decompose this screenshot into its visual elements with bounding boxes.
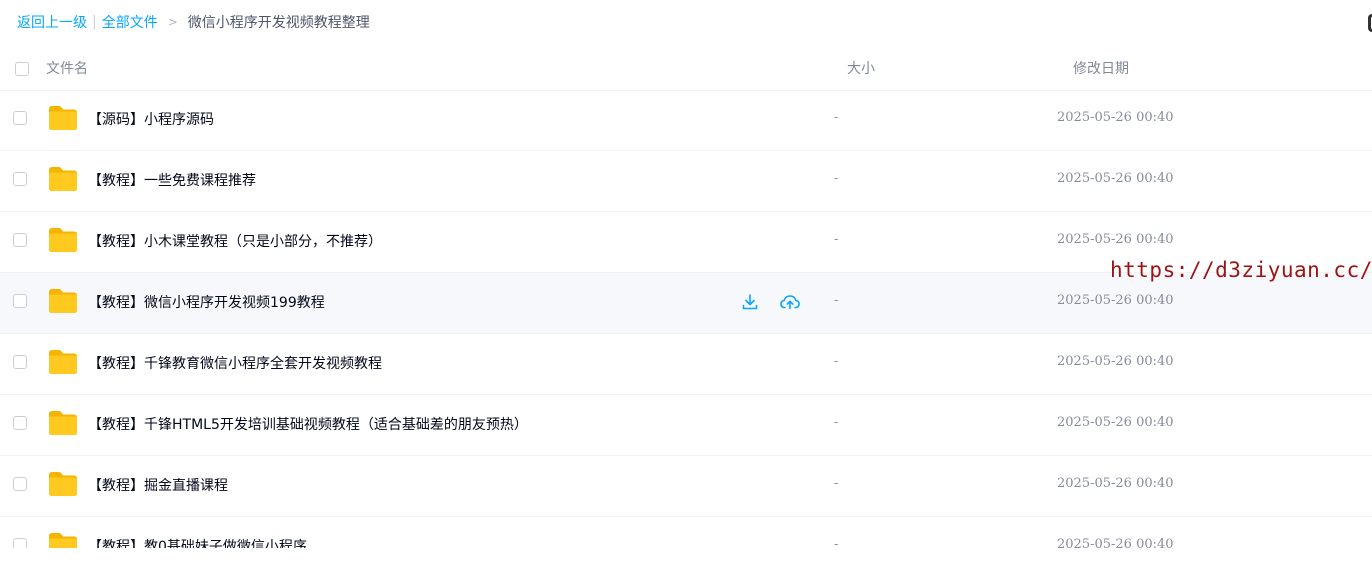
file-name[interactable]: 【教程】一些免费课程推荐 (88, 170, 256, 190)
row-actions (740, 292, 800, 312)
folder-icon (48, 410, 78, 436)
file-date: 2025-05-26 00:40 (1057, 354, 1174, 369)
file-date: 2025-05-26 00:40 (1057, 171, 1174, 186)
file-name[interactable]: 【源码】小程序源码 (88, 109, 214, 129)
folder-icon (48, 105, 78, 131)
cloud-save-icon[interactable] (779, 292, 800, 312)
select-all-checkbox[interactable] (15, 62, 29, 76)
edge-scroll-handle (1368, 14, 1372, 32)
row-checkbox[interactable] (13, 294, 27, 308)
table-row[interactable]: 【教程】千锋HTML5开发培训基础视频教程（适合基础差的朋友预热） - 2025-0… (0, 395, 1372, 456)
breadcrumb: 返回上一级 | 全部文件 > 微信小程序开发视频教程整理 (17, 12, 370, 32)
row-checkbox[interactable] (13, 538, 27, 548)
table-header: 文件名 大小 修改日期 (0, 46, 1372, 91)
back-link[interactable]: 返回上一级 (17, 12, 87, 32)
column-header-name[interactable]: 文件名 (46, 58, 88, 78)
file-size: - (834, 171, 839, 186)
file-date: 2025-05-26 00:40 (1057, 415, 1174, 430)
file-name[interactable]: 【教程】小木课堂教程（只是小部分，不推荐） (88, 231, 382, 251)
row-checkbox[interactable] (13, 416, 27, 430)
file-name[interactable]: 【教程】掘金直播课程 (88, 475, 228, 495)
file-size: - (834, 415, 839, 430)
watermark-text: https://d3ziyuan.cc/ (1110, 258, 1372, 282)
folder-icon (48, 227, 78, 253)
column-header-date[interactable]: 修改日期 (1073, 58, 1129, 78)
file-name[interactable]: 【教程】微信小程序开发视频199教程 (88, 292, 325, 312)
row-checkbox[interactable] (13, 477, 27, 491)
table-row[interactable]: 【源码】小程序源码 - 2025-05-26 00:40 (0, 90, 1372, 151)
file-date: 2025-05-26 00:40 (1057, 232, 1174, 247)
file-date: 2025-05-26 00:40 (1057, 110, 1174, 125)
folder-icon (48, 288, 78, 314)
all-files-link[interactable]: 全部文件 (102, 12, 158, 32)
table-row[interactable]: 【教程】掘金直播课程 - 2025-05-26 00:40 (0, 456, 1372, 517)
folder-icon (48, 471, 78, 497)
download-icon[interactable] (740, 292, 760, 312)
file-date: 2025-05-26 00:40 (1057, 537, 1174, 548)
folder-icon (48, 349, 78, 375)
folder-icon (48, 166, 78, 192)
table-row[interactable]: 【教程】一些免费课程推荐 - 2025-05-26 00:40 (0, 151, 1372, 212)
current-folder-label: 微信小程序开发视频教程整理 (187, 15, 370, 31)
table-row[interactable]: 【教程】教0基础妹子做微信小程序 - 2025-05-26 00:40 (0, 517, 1372, 548)
row-checkbox[interactable] (13, 355, 27, 369)
row-checkbox[interactable] (13, 172, 27, 186)
table-row[interactable]: 【教程】微信小程序开发视频199教程 - 2025-05-26 00:40 (0, 273, 1372, 334)
file-name[interactable]: 【教程】千锋HTML5开发培训基础视频教程（适合基础差的朋友预热） (88, 414, 528, 434)
file-list: 【源码】小程序源码 - 2025-05-26 00:40 【教程】一些免费课程推荐 - 2… (0, 90, 1372, 548)
row-checkbox[interactable] (13, 111, 27, 125)
file-size: - (834, 110, 839, 125)
file-date: 2025-05-26 00:40 (1057, 476, 1174, 491)
file-name[interactable]: 【教程】教0基础妹子做微信小程序 (88, 536, 307, 548)
file-date: 2025-05-26 00:40 (1057, 293, 1174, 308)
file-size: - (834, 232, 839, 247)
breadcrumb-arrow: > (167, 15, 178, 29)
row-checkbox[interactable] (13, 233, 27, 247)
file-size: - (834, 354, 839, 369)
file-size: - (834, 293, 839, 308)
file-size: - (834, 476, 839, 491)
breadcrumb-divider: | (92, 14, 97, 30)
file-name[interactable]: 【教程】千锋教育微信小程序全套开发视频教程 (88, 353, 382, 373)
table-row[interactable]: 【教程】千锋教育微信小程序全套开发视频教程 - 2025-05-26 00:40 (0, 334, 1372, 395)
folder-icon (48, 532, 78, 548)
file-size: - (834, 537, 839, 548)
column-header-size[interactable]: 大小 (847, 58, 875, 78)
